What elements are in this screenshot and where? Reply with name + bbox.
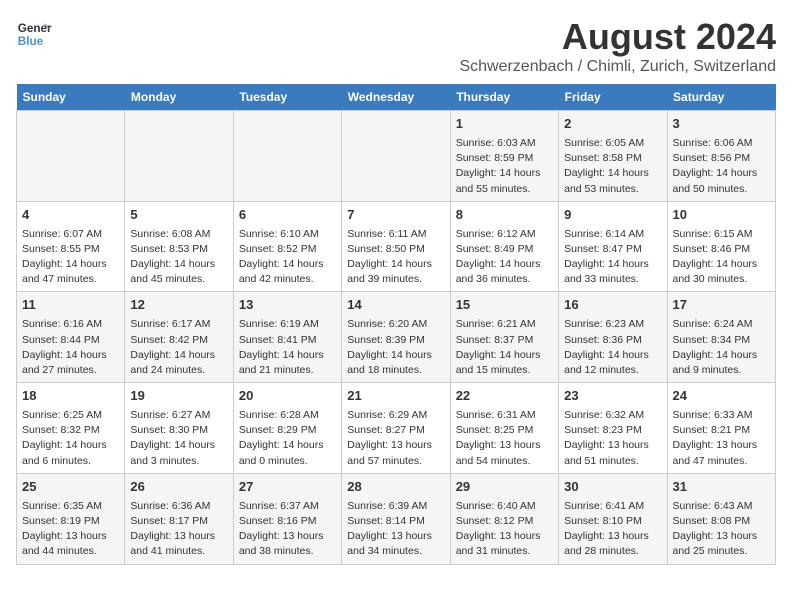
header-cell-tuesday: Tuesday [233, 84, 341, 111]
day-cell: 3Sunrise: 6:06 AMSunset: 8:56 PMDaylight… [667, 111, 775, 202]
day-number: 16 [564, 296, 661, 315]
day-cell: 16Sunrise: 6:23 AMSunset: 8:36 PMDayligh… [559, 292, 667, 383]
week-row-4: 18Sunrise: 6:25 AMSunset: 8:32 PMDayligh… [17, 383, 776, 474]
header-cell-saturday: Saturday [667, 84, 775, 111]
day-number: 31 [673, 478, 770, 497]
week-row-3: 11Sunrise: 6:16 AMSunset: 8:44 PMDayligh… [17, 292, 776, 383]
day-cell: 26Sunrise: 6:36 AMSunset: 8:17 PMDayligh… [125, 473, 233, 564]
day-cell: 27Sunrise: 6:37 AMSunset: 8:16 PMDayligh… [233, 473, 341, 564]
day-number: 20 [239, 387, 336, 406]
header-cell-thursday: Thursday [450, 84, 558, 111]
day-cell: 21Sunrise: 6:29 AMSunset: 8:27 PMDayligh… [342, 383, 450, 474]
day-cell: 15Sunrise: 6:21 AMSunset: 8:37 PMDayligh… [450, 292, 558, 383]
day-number: 2 [564, 115, 661, 134]
day-number: 9 [564, 206, 661, 225]
day-cell [125, 111, 233, 202]
day-cell: 18Sunrise: 6:25 AMSunset: 8:32 PMDayligh… [17, 383, 125, 474]
day-cell: 11Sunrise: 6:16 AMSunset: 8:44 PMDayligh… [17, 292, 125, 383]
day-number: 3 [673, 115, 770, 134]
header: General Blue August 2024 Schwerzenbach /… [16, 16, 776, 76]
subtitle: Schwerzenbach / Chimli, Zurich, Switzerl… [459, 58, 776, 76]
day-number: 25 [22, 478, 119, 497]
day-cell: 8Sunrise: 6:12 AMSunset: 8:49 PMDaylight… [450, 201, 558, 292]
calendar-body: 1Sunrise: 6:03 AMSunset: 8:59 PMDaylight… [17, 111, 776, 565]
day-cell: 28Sunrise: 6:39 AMSunset: 8:14 PMDayligh… [342, 473, 450, 564]
day-number: 24 [673, 387, 770, 406]
day-cell [233, 111, 341, 202]
day-cell: 31Sunrise: 6:43 AMSunset: 8:08 PMDayligh… [667, 473, 775, 564]
svg-text:General: General [18, 22, 52, 35]
day-cell [342, 111, 450, 202]
day-number: 23 [564, 387, 661, 406]
day-cell: 7Sunrise: 6:11 AMSunset: 8:50 PMDaylight… [342, 201, 450, 292]
day-cell: 19Sunrise: 6:27 AMSunset: 8:30 PMDayligh… [125, 383, 233, 474]
day-cell: 2Sunrise: 6:05 AMSunset: 8:58 PMDaylight… [559, 111, 667, 202]
logo-icon: General Blue [16, 16, 52, 52]
day-number: 11 [22, 296, 119, 315]
svg-text:Blue: Blue [18, 35, 44, 48]
day-cell: 25Sunrise: 6:35 AMSunset: 8:19 PMDayligh… [17, 473, 125, 564]
day-number: 30 [564, 478, 661, 497]
header-cell-monday: Monday [125, 84, 233, 111]
day-cell: 12Sunrise: 6:17 AMSunset: 8:42 PMDayligh… [125, 292, 233, 383]
day-cell: 23Sunrise: 6:32 AMSunset: 8:23 PMDayligh… [559, 383, 667, 474]
header-cell-friday: Friday [559, 84, 667, 111]
title-area: August 2024 Schwerzenbach / Chimli, Zuri… [459, 16, 776, 76]
day-cell: 29Sunrise: 6:40 AMSunset: 8:12 PMDayligh… [450, 473, 558, 564]
day-cell: 13Sunrise: 6:19 AMSunset: 8:41 PMDayligh… [233, 292, 341, 383]
week-row-2: 4Sunrise: 6:07 AMSunset: 8:55 PMDaylight… [17, 201, 776, 292]
day-number: 22 [456, 387, 553, 406]
logo: General Blue [16, 16, 52, 52]
day-cell: 6Sunrise: 6:10 AMSunset: 8:52 PMDaylight… [233, 201, 341, 292]
day-cell: 24Sunrise: 6:33 AMSunset: 8:21 PMDayligh… [667, 383, 775, 474]
day-number: 26 [130, 478, 227, 497]
day-number: 10 [673, 206, 770, 225]
day-cell: 17Sunrise: 6:24 AMSunset: 8:34 PMDayligh… [667, 292, 775, 383]
day-number: 12 [130, 296, 227, 315]
day-number: 19 [130, 387, 227, 406]
day-number: 4 [22, 206, 119, 225]
main-title: August 2024 [459, 16, 776, 58]
day-number: 27 [239, 478, 336, 497]
day-number: 5 [130, 206, 227, 225]
day-cell: 9Sunrise: 6:14 AMSunset: 8:47 PMDaylight… [559, 201, 667, 292]
day-number: 8 [456, 206, 553, 225]
day-cell: 10Sunrise: 6:15 AMSunset: 8:46 PMDayligh… [667, 201, 775, 292]
day-number: 17 [673, 296, 770, 315]
header-cell-wednesday: Wednesday [342, 84, 450, 111]
header-cell-sunday: Sunday [17, 84, 125, 111]
day-cell: 30Sunrise: 6:41 AMSunset: 8:10 PMDayligh… [559, 473, 667, 564]
day-cell: 22Sunrise: 6:31 AMSunset: 8:25 PMDayligh… [450, 383, 558, 474]
day-cell: 20Sunrise: 6:28 AMSunset: 8:29 PMDayligh… [233, 383, 341, 474]
day-number: 13 [239, 296, 336, 315]
day-number: 14 [347, 296, 444, 315]
day-cell [17, 111, 125, 202]
calendar-table: SundayMondayTuesdayWednesdayThursdayFrid… [16, 84, 776, 565]
week-row-1: 1Sunrise: 6:03 AMSunset: 8:59 PMDaylight… [17, 111, 776, 202]
day-number: 6 [239, 206, 336, 225]
day-number: 28 [347, 478, 444, 497]
day-cell: 14Sunrise: 6:20 AMSunset: 8:39 PMDayligh… [342, 292, 450, 383]
day-cell: 1Sunrise: 6:03 AMSunset: 8:59 PMDaylight… [450, 111, 558, 202]
day-number: 7 [347, 206, 444, 225]
day-cell: 4Sunrise: 6:07 AMSunset: 8:55 PMDaylight… [17, 201, 125, 292]
day-number: 29 [456, 478, 553, 497]
calendar-header: SundayMondayTuesdayWednesdayThursdayFrid… [17, 84, 776, 111]
day-number: 18 [22, 387, 119, 406]
day-number: 1 [456, 115, 553, 134]
header-row: SundayMondayTuesdayWednesdayThursdayFrid… [17, 84, 776, 111]
day-number: 15 [456, 296, 553, 315]
day-cell: 5Sunrise: 6:08 AMSunset: 8:53 PMDaylight… [125, 201, 233, 292]
week-row-5: 25Sunrise: 6:35 AMSunset: 8:19 PMDayligh… [17, 473, 776, 564]
day-number: 21 [347, 387, 444, 406]
